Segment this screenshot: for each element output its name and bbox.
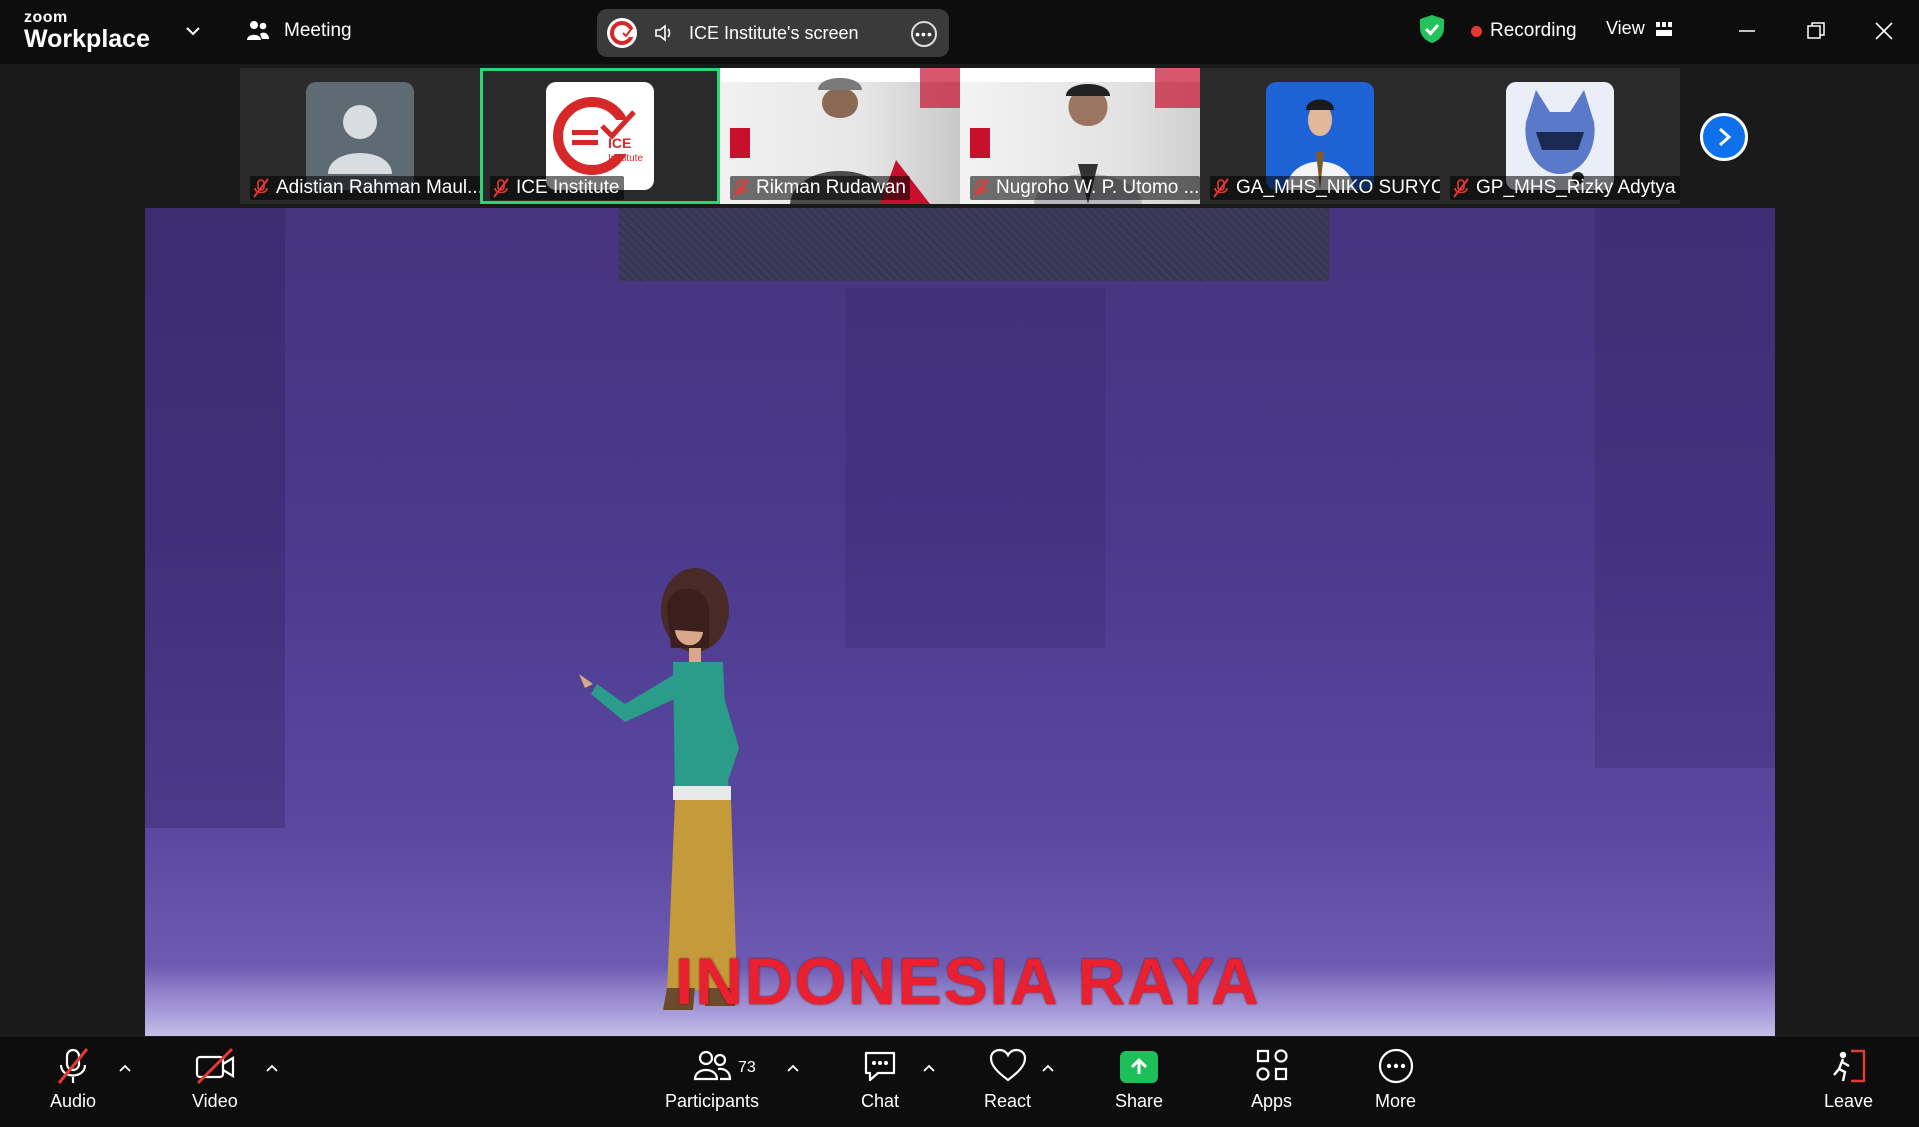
chevron-down-icon[interactable] (184, 22, 202, 40)
view-label: View (1606, 18, 1645, 38)
more-icon (1378, 1048, 1413, 1084)
brand-small: zoom (24, 9, 68, 26)
participant-tile[interactable]: Nugroho W. P. Utomo ... (960, 68, 1200, 204)
profile-photo (1266, 82, 1374, 190)
logo-text-institute: Institute (608, 153, 643, 164)
more-button[interactable]: More (1375, 1047, 1416, 1112)
meeting-icon (247, 21, 269, 40)
participant-name: Adistian Rahman Maul... (276, 177, 480, 198)
cartoon-avatar (1506, 82, 1614, 190)
share-screen-icon (1120, 1051, 1159, 1083)
stage-doorway (845, 288, 1105, 648)
participant-name-tag: Adistian Rahman Maul... (250, 176, 480, 200)
participant-name-tag: Rikman Rudawan (730, 176, 910, 200)
next-page-button[interactable] (1700, 113, 1748, 161)
participant-name: Nugroho W. P. Utomo ... (996, 177, 1200, 198)
participant-name: GP_MHS_Rizky Adytya ... (1476, 177, 1680, 198)
participants-label: Participants (665, 1091, 760, 1111)
grid-view-icon (1655, 21, 1672, 36)
share-label: Share (1115, 1091, 1164, 1111)
muted-mic-icon (973, 178, 989, 198)
close-icon (1875, 22, 1893, 40)
stage-backdrop-right (1595, 208, 1775, 768)
ice-institute-logo: ICE Institute (546, 82, 654, 190)
react-button[interactable]: React (984, 1047, 1031, 1112)
stage-backdrop-left (145, 208, 285, 828)
apps-label: Apps (1251, 1091, 1293, 1111)
recording-label: Recording (1490, 20, 1577, 41)
audio-options-caret-icon[interactable] (118, 1063, 132, 1073)
chat-options-caret-icon[interactable] (922, 1063, 936, 1073)
leave-meeting-button[interactable]: Leave (1824, 1047, 1873, 1112)
participant-name: Rikman Rudawan (756, 177, 906, 198)
chat-button[interactable]: Chat (860, 1047, 900, 1112)
screen-share-indicator[interactable]: ICE Institute's screen ••• (597, 9, 949, 57)
shared-screen-content: INDONESIA RAYA (145, 208, 1775, 1036)
participant-name-tag: ICE Institute (490, 176, 624, 200)
ice-institute-logo-icon (607, 18, 637, 48)
video-label: Video (192, 1091, 238, 1111)
participant-tile[interactable]: Adistian Rahman Maul... (240, 68, 480, 204)
participants-button[interactable]: Participants (665, 1047, 759, 1112)
audio-label: Audio (50, 1091, 97, 1111)
muted-mic-icon (57, 1048, 89, 1084)
top-bar: zoom Workplace Meeting ICE Institute's s… (0, 0, 1919, 64)
video-button[interactable]: Video (192, 1047, 238, 1112)
stage-banner (619, 208, 1329, 281)
participant-name: ICE Institute (516, 177, 620, 198)
meeting-menu[interactable]: Meeting (246, 20, 352, 42)
apps-icon (1255, 1049, 1288, 1081)
restore-icon (1807, 22, 1825, 39)
chat-label: Chat (860, 1091, 900, 1111)
participant-tile-active-speaker[interactable]: ICE Institute ICE Institute (480, 68, 720, 204)
chat-icon (864, 1051, 896, 1082)
muted-mic-icon (253, 178, 269, 198)
meeting-controls-toolbar: Audio Video Participants 73 Chat React S… (0, 1037, 1919, 1127)
view-button[interactable]: View (1606, 18, 1673, 39)
participants-count: 73 (738, 1059, 756, 1076)
logo-text-ice: ICE (608, 135, 631, 151)
minimize-icon (1739, 30, 1755, 32)
generic-person-icon (306, 82, 414, 190)
share-title: ICE Institute's screen (689, 22, 859, 43)
more-label: More (1375, 1091, 1417, 1111)
leave-label: Leave (1824, 1091, 1874, 1111)
participant-name: GA_MHS_NIKO SURYO P (1236, 177, 1440, 198)
participant-thumbnail-strip: Adistian Rahman Maul... ICE Institute IC… (240, 68, 1682, 204)
participant-name-tag: GP_MHS_Rizky Adytya ... (1450, 176, 1680, 200)
muted-mic-icon (1453, 178, 1469, 198)
chevron-right-icon (1719, 127, 1732, 147)
restore-button[interactable] (1799, 14, 1833, 48)
close-button[interactable] (1867, 14, 1901, 48)
video-caption: INDONESIA RAYA (675, 944, 1261, 1018)
leave-door-icon (1832, 1049, 1865, 1083)
video-off-icon (195, 1047, 234, 1085)
heart-icon (989, 1048, 1026, 1082)
muted-mic-icon (493, 178, 509, 198)
participant-name-tag: Nugroho W. P. Utomo ... (970, 176, 1200, 200)
participant-tile[interactable]: Rikman Rudawan (720, 68, 960, 204)
react-options-caret-icon[interactable] (1041, 1063, 1055, 1073)
video-options-caret-icon[interactable] (265, 1063, 279, 1073)
apps-button[interactable]: Apps (1251, 1047, 1292, 1112)
security-shield-icon[interactable] (1418, 14, 1446, 44)
recording-indicator[interactable]: Recording (1471, 20, 1577, 42)
participant-tile[interactable]: GA_MHS_NIKO SURYO P (1200, 68, 1440, 204)
participants-options-caret-icon[interactable] (786, 1063, 800, 1073)
more-options-icon[interactable]: ••• (911, 21, 937, 47)
participant-tile[interactable]: GP_MHS_Rizky Adytya ... (1440, 68, 1680, 204)
muted-mic-icon (1213, 178, 1229, 198)
audio-button[interactable]: Audio (50, 1047, 96, 1112)
participants-icon (693, 1050, 732, 1081)
brand-big: Workplace (24, 25, 150, 53)
muted-mic-icon (733, 178, 749, 198)
participant-name-tag: GA_MHS_NIKO SURYO P (1210, 176, 1440, 200)
minimize-button[interactable] (1730, 14, 1764, 48)
meeting-label: Meeting (284, 20, 352, 41)
share-screen-button[interactable]: Share (1115, 1047, 1163, 1112)
zoom-workplace-logo: zoom Workplace (24, 10, 150, 52)
speaker-icon[interactable] (653, 22, 675, 44)
recording-dot-icon (1471, 25, 1482, 37)
react-label: React (984, 1091, 1032, 1111)
